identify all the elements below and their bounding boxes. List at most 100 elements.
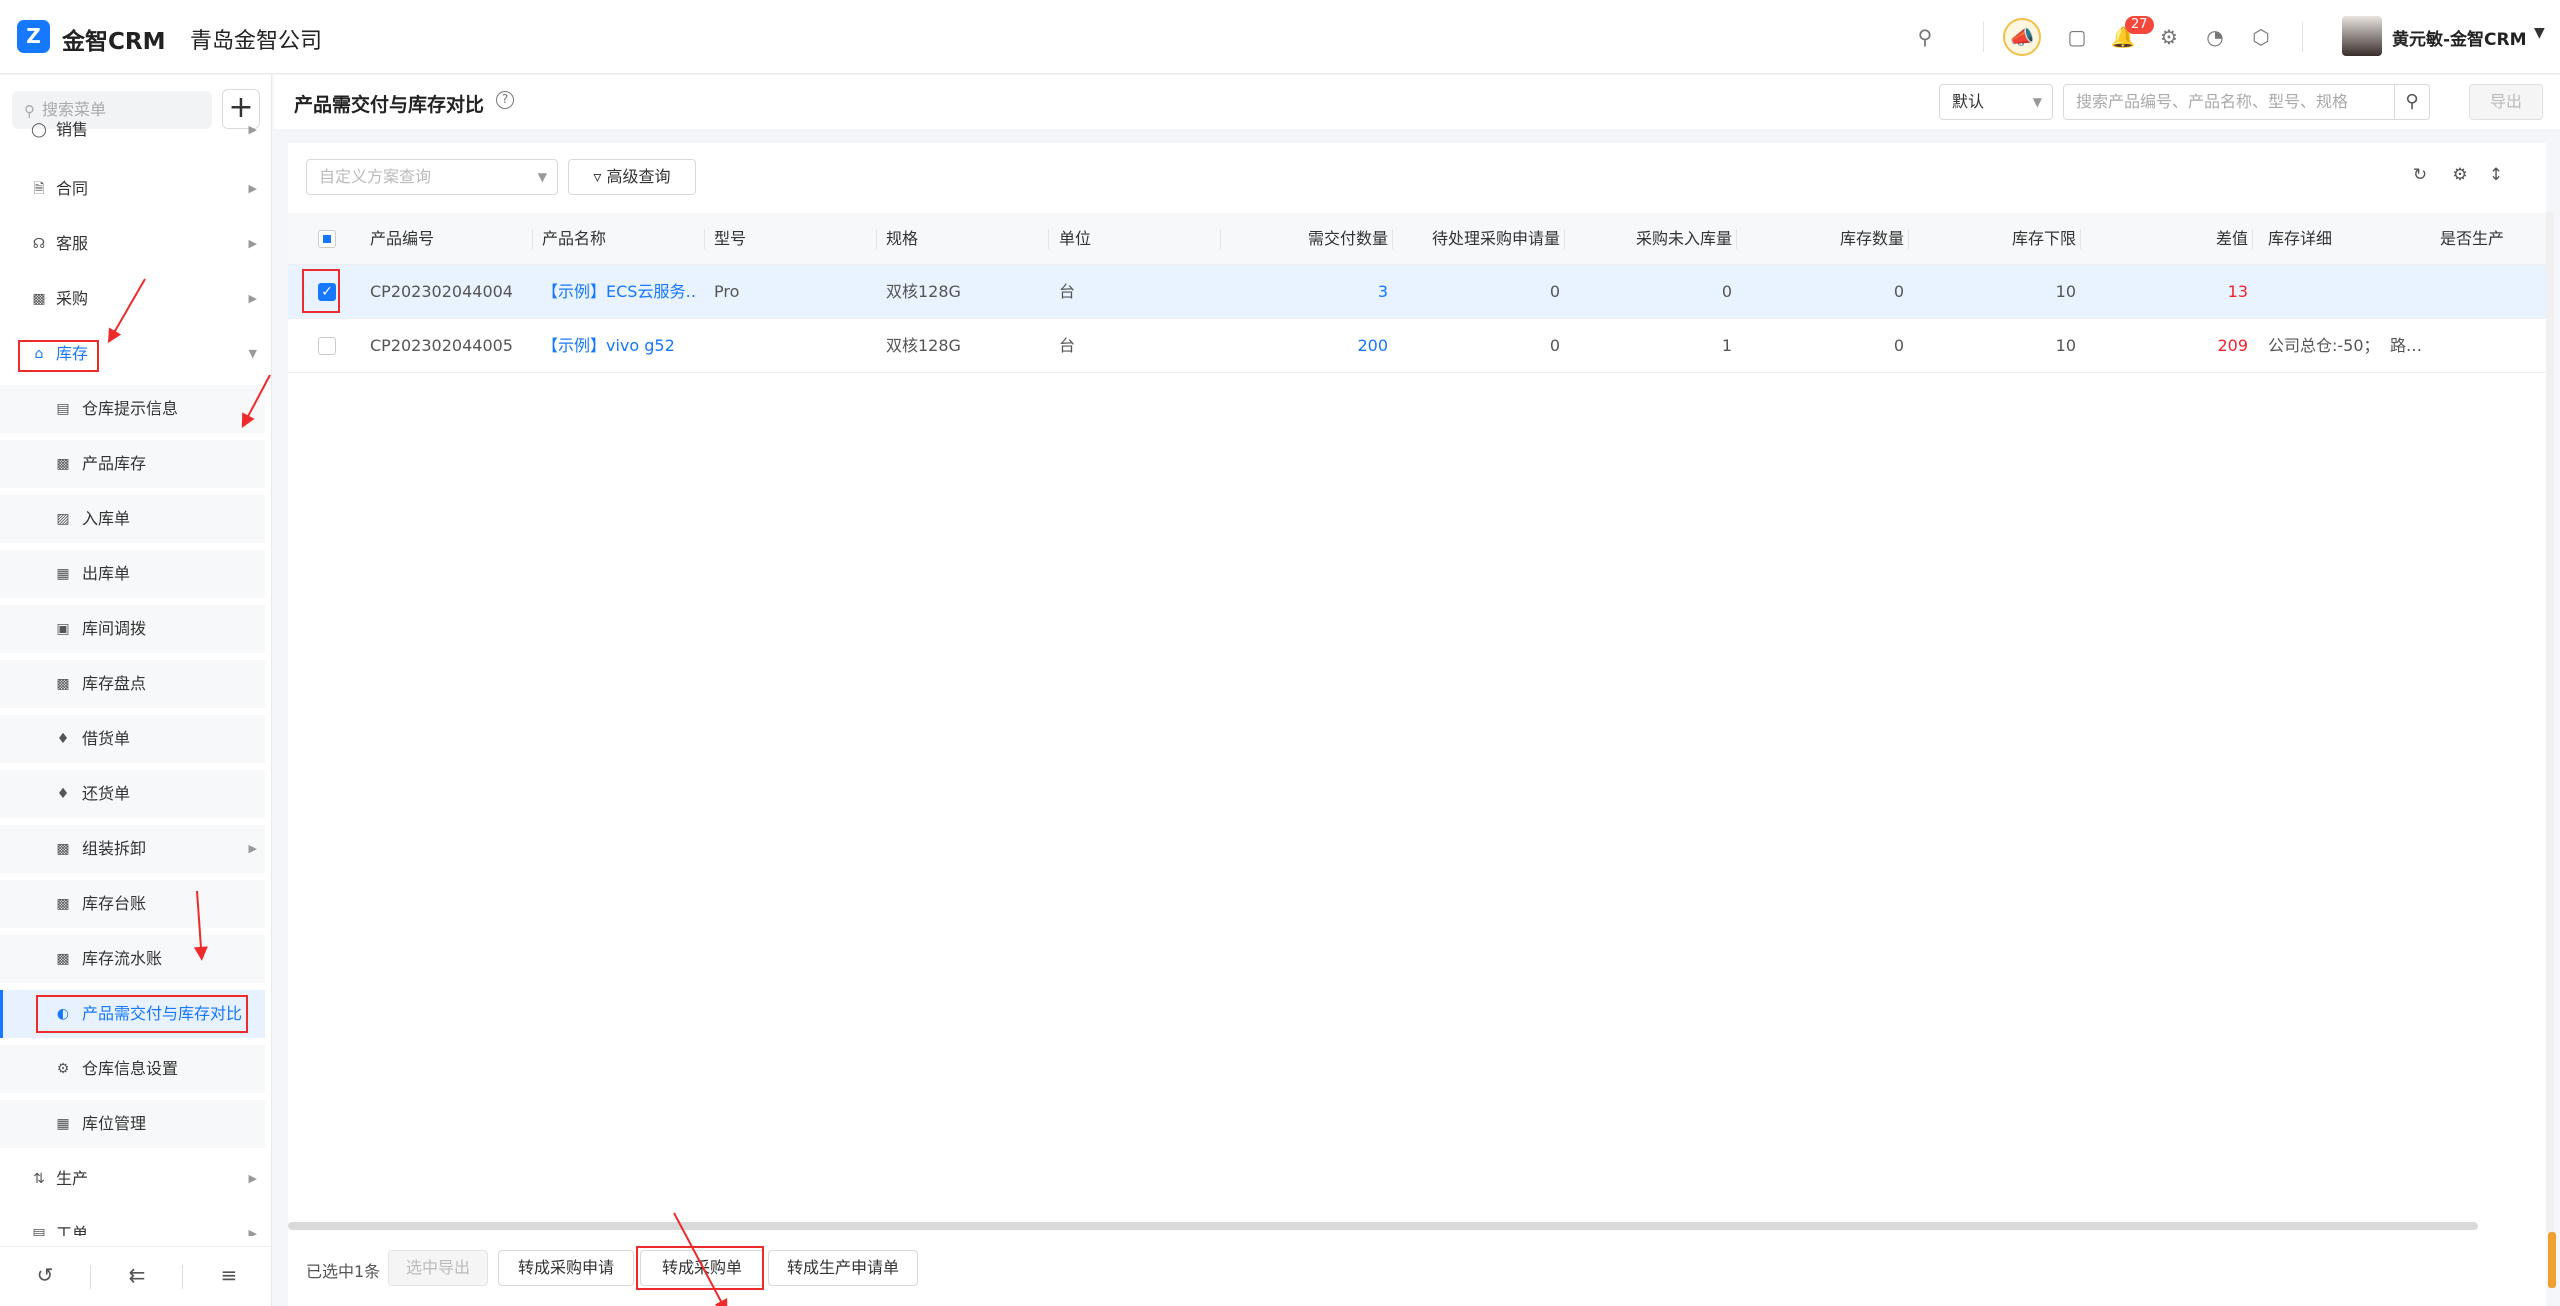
advanced-query-button[interactable]: ▿ 高级查询 [568,159,696,195]
sidebar-item-return[interactable]: ♦ 还货单 [0,770,265,818]
deliver-qty[interactable]: 200 [1230,319,1388,373]
column-header[interactable]: 产品编号 [370,213,434,265]
divider [182,1265,183,1289]
sidebar-item-assembly[interactable]: ▩ 组装拆卸 ▶ [0,825,265,873]
scroll-handle[interactable] [2548,1232,2556,1288]
logo-icon[interactable]: Z [17,20,50,53]
sidebar-item-label: 还货单 [82,784,131,803]
vertical-scrollbar[interactable] [2546,212,2554,1232]
product-name-link[interactable]: 【示例】ECS云服务… [542,265,698,319]
min-stock: 10 [2055,336,2076,355]
sidebar-footer: ↺ ⇇ ≡ [0,1246,271,1306]
sidebar-item-label: 合同 [56,179,89,198]
company-name[interactable]: 青岛金智公司 [190,23,322,55]
product-search-input[interactable]: 搜索产品编号、产品名称、型号、规格 [2063,84,2395,120]
sidebar-item-workorder[interactable]: ▤ 工单 ▶ [0,1210,265,1236]
view-select-value: 默认 [1952,92,1985,111]
column-header[interactable]: 产品名称 [542,213,606,265]
column-header[interactable]: 库存下限 [1916,213,2076,265]
settings-icon[interactable]: ⚙ [2156,24,2182,50]
cube-icon[interactable]: ⬡ [2248,24,2274,50]
pie-chart-icon[interactable]: ◔ [2202,24,2228,50]
column-header[interactable]: 差值 [2088,213,2248,265]
user-name[interactable]: 黄元敏-金智CRM [2392,25,2527,50]
sidebar-item-flow[interactable]: ▩ 库存流水账 [0,935,265,983]
product-code: CP202302044004 [370,282,513,301]
sidebar: 搜索菜单 ⚲ + ◯ 销售 ▶ 🗎 合同 ▶ ☊ 客服 ▶ ▩ 采购 ▶ ⌂ 库… [0,75,272,1306]
to-purchase-request-button[interactable]: 转成采购申请 [498,1250,634,1286]
row-height-icon[interactable]: ↕ [2484,165,2508,185]
settings-icon: ⚙ [56,1061,70,1077]
workorder-icon: ▤ [32,1226,46,1236]
sliders-icon[interactable]: ⇇ [124,1263,150,1287]
column-settings-icon[interactable]: ⚙ [2448,165,2472,185]
sidebar-item-inbound[interactable]: ▨ 入库单 [0,495,265,543]
sidebar-item-label: 库间调拨 [82,619,147,638]
to-production-request-button[interactable]: 转成生产申请单 [768,1250,918,1286]
search-icon[interactable]: ⚲ [1912,24,1938,50]
collapse-menu-icon[interactable]: ≡ [216,1263,242,1287]
product-name-link[interactable]: 【示例】vivo g52 [542,319,698,373]
stocktake-icon: ▩ [56,676,70,692]
refresh-icon[interactable]: ↻ [2408,165,2432,185]
sidebar-item-transfer[interactable]: ▣ 库间调拨 [0,605,265,653]
chevron-right-icon: ▶ [248,1172,257,1185]
table-header: 产品编号 产品名称 型号 规格 单位 需交付数量 待处理采购申请量 采购未入库量… [288,213,2546,265]
sidebar-item-service[interactable]: ☊ 客服 ▶ [0,220,265,268]
column-header[interactable]: 是否生产 [2440,213,2504,265]
return-icon: ♦ [56,786,70,802]
column-divider [1220,229,1221,249]
horizontal-scrollbar[interactable] [288,1222,2478,1230]
sidebar-item-label: 借货单 [82,729,131,748]
sidebar-item-warehouse-settings[interactable]: ⚙ 仓库信息设置 [0,1045,265,1093]
search-button[interactable]: ⚲ [2394,84,2430,120]
column-header[interactable]: 需交付数量 [1230,213,1388,265]
outbound-icon: ▦ [56,566,70,582]
sidebar-item-location[interactable]: ▦ 库位管理 [0,1100,265,1148]
column-header[interactable]: 库存数量 [1744,213,1904,265]
view-select[interactable]: 默认 ▼ [1939,84,2053,120]
chevron-right-icon: ▶ [248,842,257,855]
sidebar-item-borrow[interactable]: ♦ 借货单 [0,715,265,763]
sidebar-item-sales[interactable]: ◯ 销售 ▶ [0,115,265,145]
sidebar-item-contract[interactable]: 🗎 合同 ▶ [0,165,265,213]
select-all-checkbox[interactable] [318,230,336,248]
column-divider [1048,229,1049,249]
advanced-query-label: 高级查询 [606,167,671,186]
horn-icon[interactable]: 📣 [2003,18,2041,56]
contacts-icon[interactable]: ▢ [2064,24,2090,50]
table-row[interactable]: ✓ CP202302044004 【示例】ECS云服务… Pro 双核128G … [288,265,2546,319]
sidebar-item-warehouse-info[interactable]: ▤ 仓库提示信息 [0,385,265,433]
sidebar-item-outbound[interactable]: ▦ 出库单 [0,550,265,598]
column-header[interactable]: 单位 [1059,213,1091,265]
product-unit: 台 [1059,282,1076,301]
stock-qty: 0 [1893,282,1904,301]
annotation-box [302,269,340,313]
column-header[interactable]: 型号 [714,213,746,265]
column-header[interactable]: 采购未入库量 [1572,213,1732,265]
avatar[interactable] [2342,16,2382,56]
sidebar-item-stocktake[interactable]: ▩ 库存盘点 [0,660,265,708]
sidebar-item-product-stock[interactable]: ▩ 产品库存 [0,440,265,488]
sidebar-item-ledger[interactable]: ▩ 库存台账 [0,880,265,928]
row-checkbox[interactable] [318,337,336,355]
history-icon[interactable]: ↺ [32,1263,58,1287]
help-icon[interactable]: ? [496,91,514,109]
column-header[interactable]: 待处理采购申请量 [1400,213,1560,265]
chevron-right-icon: ▶ [248,182,257,195]
export-button[interactable]: 导出 [2469,84,2543,120]
column-header[interactable]: 库存详细 [2268,213,2332,265]
custom-query-select[interactable]: 自定义方案查询 ▼ [306,159,558,195]
chevron-down-icon[interactable]: ▼ [2534,25,2545,41]
sidebar-item-label: 库位管理 [82,1114,147,1133]
sidebar-item-production[interactable]: ⇅ 生产 ▶ [0,1155,265,1203]
column-divider [2252,229,2253,249]
export-selected-button[interactable]: 选中导出 [388,1250,488,1286]
stock-detail: 公司总仓:-50； [2268,336,2380,355]
grid-icon: ▦ [56,1116,70,1132]
app-name[interactable]: 金智CRM [62,22,165,56]
column-header[interactable]: 规格 [886,213,918,265]
deliver-qty[interactable]: 3 [1230,265,1388,319]
sidebar-item-label: 入库单 [82,509,131,528]
table-row[interactable]: CP202302044005 【示例】vivo g52 双核128G 台 200… [288,319,2546,373]
